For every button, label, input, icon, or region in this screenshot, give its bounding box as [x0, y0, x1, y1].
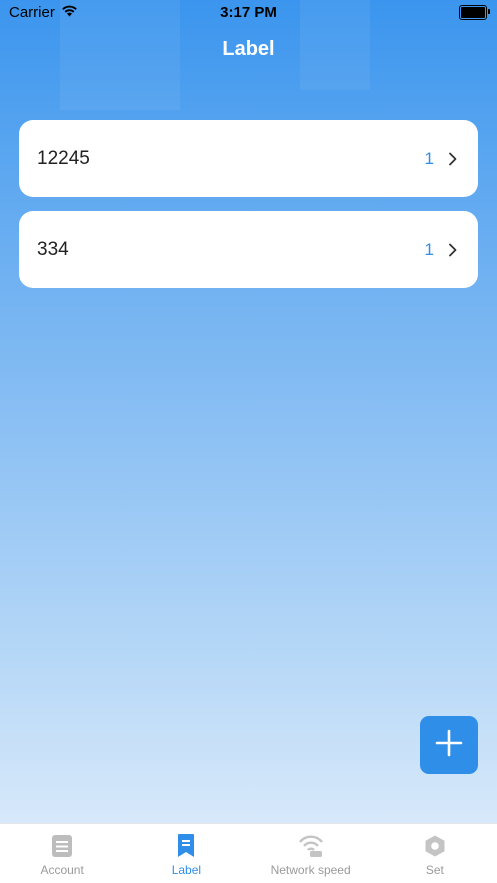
label-row[interactable]: 334 1	[19, 211, 478, 288]
chevron-right-icon	[448, 152, 460, 166]
document-icon	[49, 833, 75, 859]
tab-label-active[interactable]: Label	[124, 824, 248, 883]
plus-icon	[434, 728, 464, 763]
tab-account[interactable]: Account	[0, 824, 124, 883]
tab-label: Set	[425, 863, 444, 877]
tab-label: Label	[171, 863, 202, 877]
battery-nub	[488, 9, 490, 14]
label-count: 1	[424, 239, 434, 259]
label-count: 1	[424, 148, 434, 168]
tab-network-speed[interactable]: Network speed	[249, 824, 373, 883]
label-name: 12245	[37, 147, 90, 169]
wifi-speed-icon	[298, 833, 324, 859]
label-row[interactable]: 12245 1	[19, 120, 478, 197]
bookmark-icon	[173, 833, 199, 859]
status-time: 3:17 PM	[220, 4, 277, 21]
tab-bar: Account Label Network speed Set	[0, 823, 497, 883]
add-label-button[interactable]	[420, 716, 478, 774]
screen: Carrier 3:17 PM Label 12245 1 334 1 Acco…	[0, 0, 497, 883]
page-title: Label	[222, 38, 275, 60]
hexagon-settings-icon	[422, 833, 448, 859]
battery-icon	[459, 5, 490, 20]
tab-label: Network speed	[270, 863, 351, 877]
battery-level	[461, 7, 485, 18]
tab-set[interactable]: Set	[373, 824, 497, 883]
status-bar: Carrier 3:17 PM	[0, 0, 497, 26]
label-name: 334	[37, 238, 69, 260]
chevron-right-icon	[448, 243, 460, 257]
tab-label: Account	[40, 863, 84, 877]
